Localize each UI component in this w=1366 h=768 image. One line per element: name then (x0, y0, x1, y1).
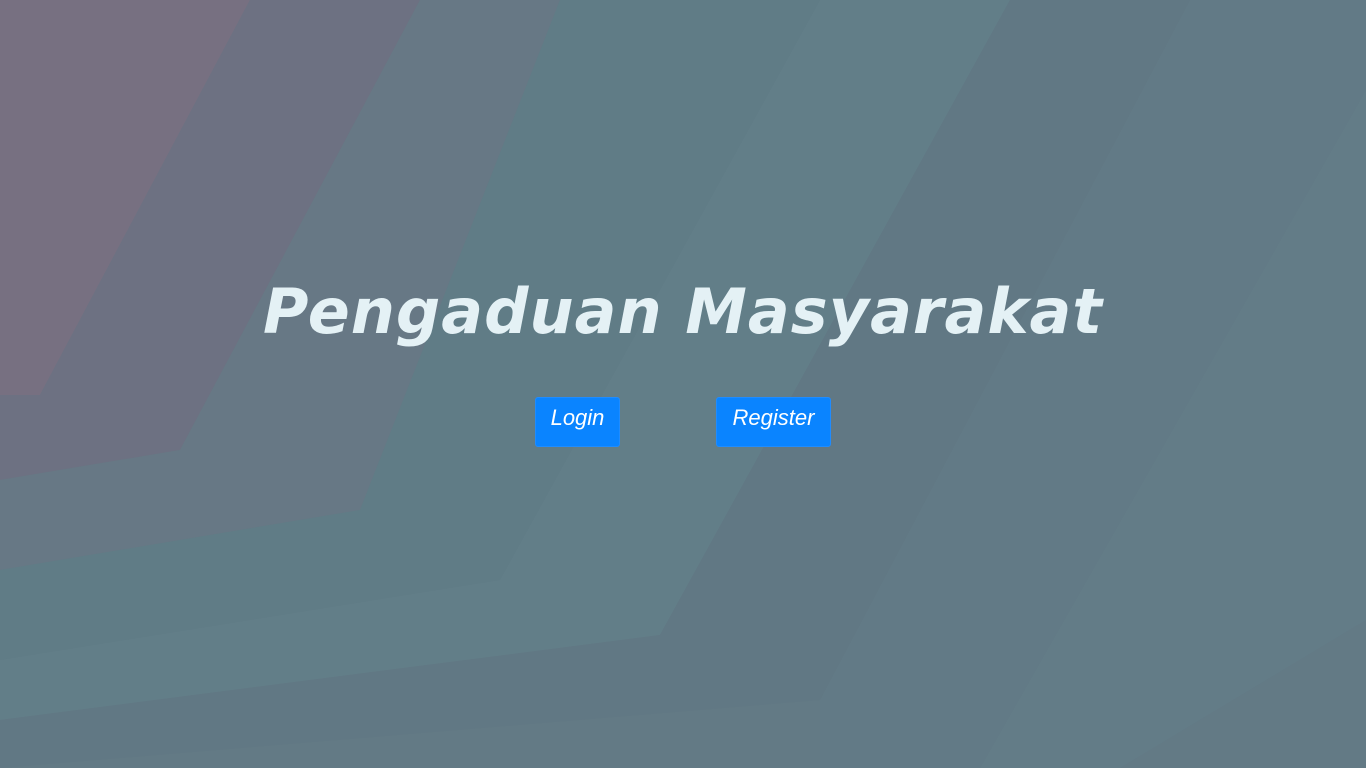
login-button[interactable]: Login (535, 397, 620, 447)
register-button[interactable]: Register (716, 397, 831, 447)
page-title: Pengaduan Masyarakat (262, 275, 1104, 348)
hero-section: Pengaduan Masyarakat Login Register (0, 0, 1366, 768)
